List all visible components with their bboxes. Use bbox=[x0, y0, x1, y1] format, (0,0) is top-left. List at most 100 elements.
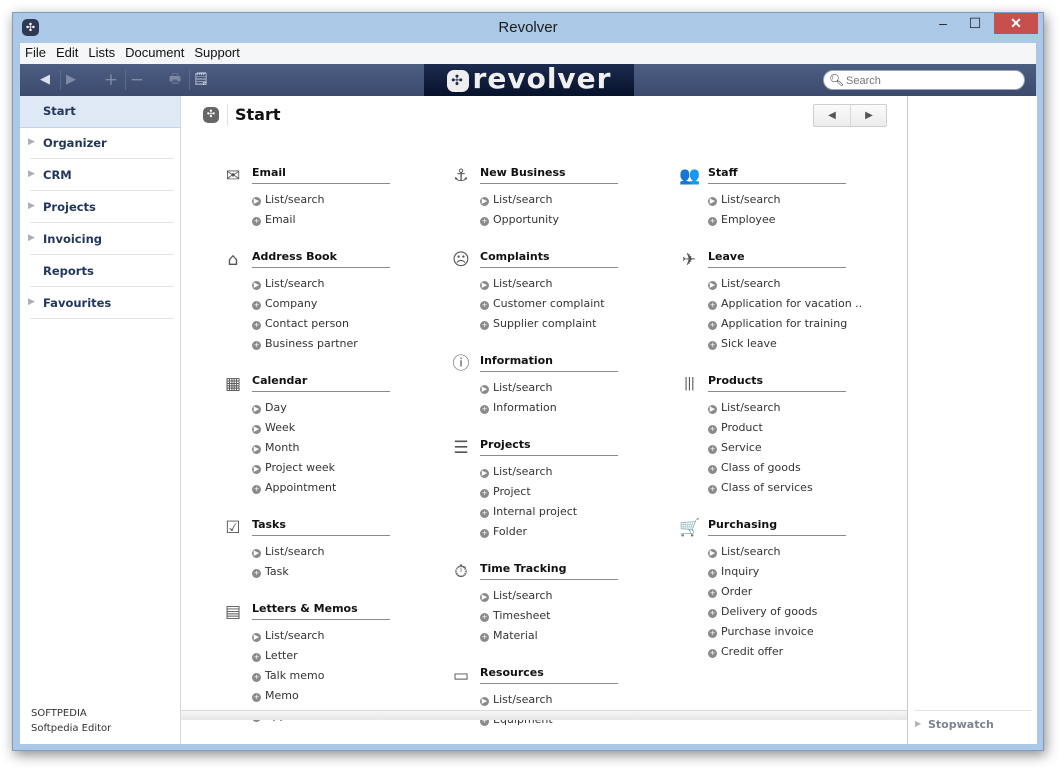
new-link[interactable]: + Delivery of goods bbox=[708, 602, 889, 622]
list-link[interactable]: ▶ List/search bbox=[708, 190, 889, 210]
search-icon: 🔍︎ bbox=[829, 73, 845, 87]
new-link[interactable]: + Opportunity bbox=[480, 210, 661, 230]
search-input[interactable] bbox=[844, 72, 1018, 90]
sidebar-item-label: CRM bbox=[43, 168, 72, 182]
link-label: Project bbox=[493, 485, 531, 498]
new-link[interactable]: + Purchase invoice bbox=[708, 622, 889, 642]
page-pager: ◀ ▶ bbox=[813, 104, 887, 127]
new-link[interactable]: + Information bbox=[480, 398, 661, 418]
stopwatch-section[interactable]: ▶ Stopwatch bbox=[914, 710, 1032, 737]
new-link[interactable]: + Project bbox=[480, 482, 661, 502]
new-link[interactable]: + Appointment bbox=[252, 478, 433, 498]
menu-edit[interactable]: Edit bbox=[51, 43, 83, 60]
link-label: Opportunity bbox=[493, 213, 560, 226]
list-link[interactable]: ▶ List/search bbox=[252, 274, 433, 294]
list-link[interactable]: ▶ List/search bbox=[480, 690, 661, 710]
checkbox-icon: ☑ bbox=[225, 518, 241, 538]
revolver-logo: ✣ revolver bbox=[424, 64, 634, 96]
remove-button[interactable]: − bbox=[126, 69, 148, 91]
list-link[interactable]: ▶ Month bbox=[252, 438, 433, 458]
sidebar-item-organizer[interactable]: ▶ Organizer bbox=[20, 128, 180, 159]
list-link[interactable]: ▶ List/search bbox=[480, 378, 661, 398]
module-group-products: ||| Products ▶ List/search + Product + Service +… bbox=[679, 374, 889, 498]
play-bullet-icon: ▶ bbox=[252, 425, 261, 434]
menu-support[interactable]: Support bbox=[189, 43, 245, 60]
module-links: ▶ List/search + Application for vacation ..… bbox=[708, 274, 889, 354]
sidebar-item-projects[interactable]: ▶ Projects bbox=[20, 192, 180, 223]
new-link[interactable]: + Folder bbox=[480, 522, 661, 542]
new-link[interactable]: + Timesheet bbox=[480, 606, 661, 626]
list-link[interactable]: ▶ List/search bbox=[708, 398, 889, 418]
new-link[interactable]: + Contact person bbox=[252, 314, 433, 334]
list-link[interactable]: ▶ List/search bbox=[480, 586, 661, 606]
new-link[interactable]: + Business partner bbox=[252, 334, 433, 354]
list-link[interactable]: ▶ List/search bbox=[252, 542, 433, 562]
list-link[interactable]: ▶ List/search bbox=[708, 542, 889, 562]
list-link[interactable]: ▶ Day bbox=[252, 398, 433, 418]
new-link[interactable]: + Material bbox=[480, 626, 661, 646]
list-link[interactable]: ▶ Project week bbox=[252, 458, 433, 478]
plus-bullet-icon: + bbox=[480, 217, 489, 226]
list-link[interactable]: ▶ List/search bbox=[252, 190, 433, 210]
list-link[interactable]: ▶ List/search bbox=[480, 190, 661, 210]
new-link[interactable]: + Letter bbox=[252, 646, 433, 666]
new-link[interactable]: + Class of services bbox=[708, 478, 889, 498]
back-button[interactable]: ◀ bbox=[34, 69, 56, 91]
menu-document[interactable]: Document bbox=[120, 43, 189, 60]
new-link[interactable]: + Customer complaint bbox=[480, 294, 661, 314]
list-link[interactable]: ▶ List/search bbox=[252, 626, 433, 646]
sidebar-item-start[interactable]: Start bbox=[20, 96, 180, 128]
list-link[interactable]: ▶ List/search bbox=[480, 462, 661, 482]
link-label: Company bbox=[265, 297, 318, 310]
search-box[interactable]: 🔍︎ bbox=[823, 70, 1025, 90]
sidebar-item-crm[interactable]: ▶ CRM bbox=[20, 160, 180, 191]
new-link[interactable]: + Application for vacation .. bbox=[708, 294, 889, 314]
list-link[interactable]: ▶ List/search bbox=[708, 274, 889, 294]
plus-bullet-icon: + bbox=[480, 489, 489, 498]
sidebar-item-favourites[interactable]: ▶ Favourites bbox=[20, 288, 180, 319]
new-link[interactable]: + Employee bbox=[708, 210, 889, 230]
minimize-button[interactable]: – bbox=[930, 13, 956, 34]
sidebar-item-label: Favourites bbox=[43, 296, 112, 310]
close-button[interactable]: ✕ bbox=[994, 13, 1038, 34]
previous-page-button[interactable]: ◀ bbox=[814, 105, 850, 126]
sidebar-item-label: Reports bbox=[43, 264, 94, 278]
next-page-button[interactable]: ▶ bbox=[850, 105, 887, 126]
new-link[interactable]: + Task bbox=[252, 562, 433, 582]
print-button[interactable]: 🖶 bbox=[164, 69, 186, 91]
menu-file[interactable]: File bbox=[20, 43, 51, 60]
link-label: Appointment bbox=[265, 481, 337, 494]
new-link[interactable]: + Sick leave bbox=[708, 334, 889, 354]
maximize-button[interactable]: ☐ bbox=[962, 13, 988, 34]
new-link[interactable]: + Class of goods bbox=[708, 458, 889, 478]
list-link[interactable]: ▶ Week bbox=[252, 418, 433, 438]
new-link[interactable]: + Product bbox=[708, 418, 889, 438]
list-link[interactable]: ▶ List/search bbox=[480, 274, 661, 294]
new-link[interactable]: + Application for training bbox=[708, 314, 889, 334]
new-link[interactable]: + Email bbox=[252, 210, 433, 230]
new-link[interactable]: + Credit offer bbox=[708, 642, 889, 662]
sidebar-item-invoicing[interactable]: ▶ Invoicing bbox=[20, 224, 180, 255]
sidebar-item-reports[interactable]: Reports bbox=[20, 256, 180, 287]
forward-button[interactable]: ▶ bbox=[60, 69, 82, 91]
module-links: ▶ List/search + Project + Internal project + Fo… bbox=[480, 462, 661, 542]
link-label: List/search bbox=[265, 629, 325, 642]
expand-arrow-icon: ▶ bbox=[28, 233, 35, 243]
new-link[interactable]: + Memo bbox=[252, 686, 433, 706]
anchor-icon: ⚓ bbox=[453, 166, 469, 186]
new-link[interactable]: + Order bbox=[708, 582, 889, 602]
new-link[interactable]: + Inquiry bbox=[708, 562, 889, 582]
new-link[interactable]: + Supplier complaint bbox=[480, 314, 661, 334]
note-button[interactable]: 🗒 bbox=[190, 69, 212, 91]
new-link[interactable]: + Company bbox=[252, 294, 433, 314]
plus-bullet-icon: + bbox=[252, 341, 261, 350]
horizontal-scrollbar[interactable] bbox=[181, 710, 907, 720]
gantt-icon: ☰ bbox=[453, 438, 469, 458]
menu-lists[interactable]: Lists bbox=[83, 43, 120, 60]
link-label: Memo bbox=[265, 689, 299, 702]
new-link[interactable]: + Talk memo bbox=[252, 666, 433, 686]
new-link[interactable]: + Internal project bbox=[480, 502, 661, 522]
add-button[interactable]: + bbox=[100, 69, 122, 91]
module-title: Time Tracking bbox=[480, 562, 618, 580]
new-link[interactable]: + Service bbox=[708, 438, 889, 458]
